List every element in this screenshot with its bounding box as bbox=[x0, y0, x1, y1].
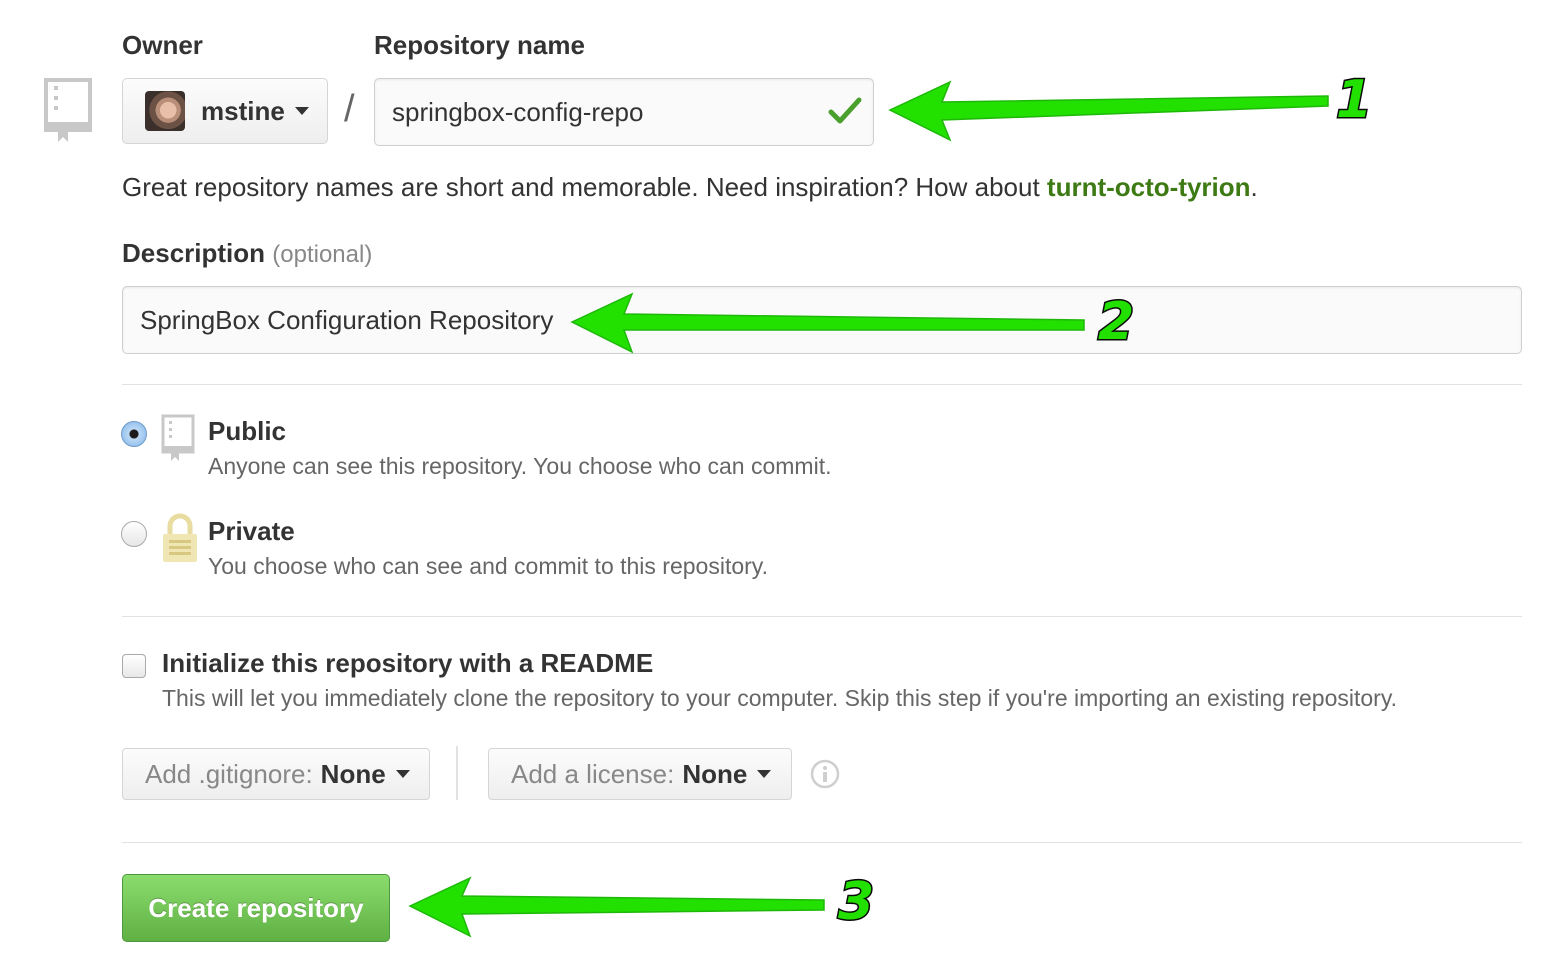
readme-description: This will let you immediately clone the … bbox=[162, 685, 1398, 711]
hint-text: Great repository names are short and mem… bbox=[122, 172, 1047, 202]
annotation-number-3: 3 bbox=[836, 871, 875, 934]
private-title: Private bbox=[208, 516, 295, 546]
repository-name-hint: Great repository names are short and mem… bbox=[122, 172, 1258, 203]
check-icon bbox=[828, 97, 862, 124]
owner-label: Owner bbox=[122, 30, 203, 60]
license-label: Add a license: bbox=[511, 758, 675, 789]
repo-icon bbox=[161, 414, 195, 461]
chevron-down-icon bbox=[757, 770, 772, 778]
info-icon[interactable] bbox=[810, 759, 840, 789]
license-value: None bbox=[682, 758, 748, 789]
repository-name-value: springbox-config-repo bbox=[392, 96, 644, 127]
divider bbox=[122, 616, 1522, 617]
owner-name: mstine bbox=[201, 95, 285, 126]
private-description: You choose who can see and commit to thi… bbox=[208, 553, 768, 579]
annotation-arrow-2 bbox=[570, 292, 1085, 354]
divider bbox=[122, 384, 1522, 385]
description-label-text: Description bbox=[122, 238, 266, 268]
create-repository-button[interactable]: Create repository bbox=[122, 874, 390, 942]
annotation-number-1: 1 bbox=[1334, 69, 1373, 132]
gitignore-label: Add .gitignore: bbox=[145, 758, 313, 789]
chevron-down-icon bbox=[395, 770, 410, 778]
hint-end: . bbox=[1250, 172, 1258, 202]
description-value: SpringBox Configuration Repository bbox=[140, 304, 554, 335]
owner-repo-separator: / bbox=[344, 88, 355, 130]
description-label: Description (optional) bbox=[122, 238, 372, 269]
private-radio[interactable] bbox=[121, 521, 147, 547]
owner-dropdown[interactable]: mstine bbox=[122, 78, 328, 144]
public-description: Anyone can see this repository. You choo… bbox=[208, 453, 832, 479]
name-suggestion-link[interactable]: turnt-octo-tyrion bbox=[1047, 172, 1251, 202]
annotation-arrow-3 bbox=[408, 876, 825, 938]
annotation-arrow-1 bbox=[888, 80, 1329, 142]
repository-name-label: Repository name bbox=[374, 30, 585, 60]
description-optional-text: (optional) bbox=[272, 241, 373, 268]
repository-name-input[interactable]: springbox-config-repo bbox=[374, 78, 874, 146]
repo-icon bbox=[44, 78, 92, 142]
divider bbox=[122, 842, 1522, 843]
avatar bbox=[145, 91, 185, 131]
public-title: Public bbox=[208, 416, 287, 446]
chevron-down-icon bbox=[294, 107, 309, 115]
public-radio[interactable] bbox=[121, 421, 147, 447]
gitignore-dropdown[interactable]: Add .gitignore: None bbox=[122, 748, 430, 800]
annotation-number-2: 2 bbox=[1096, 291, 1135, 354]
readme-checkbox[interactable] bbox=[122, 654, 146, 678]
readme-title: Initialize this repository with a README bbox=[162, 648, 654, 678]
license-dropdown[interactable]: Add a license: None bbox=[488, 748, 792, 800]
gitignore-value: None bbox=[320, 758, 386, 789]
vertical-divider bbox=[456, 746, 458, 800]
lock-icon bbox=[163, 513, 197, 562]
